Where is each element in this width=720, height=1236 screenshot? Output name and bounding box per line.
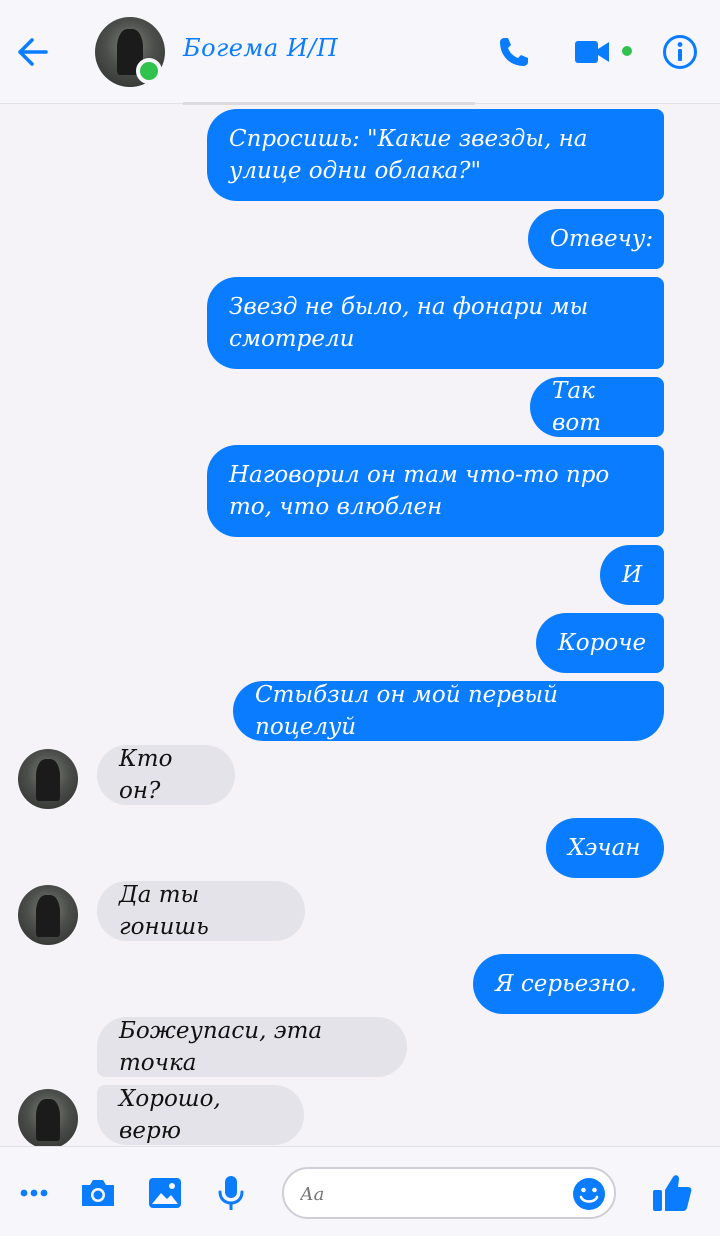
message-bubble-outgoing[interactable]: Так вот — [530, 377, 664, 437]
message-bubble-outgoing[interactable]: Я серьезно. — [473, 954, 664, 1014]
online-status-dot — [136, 58, 162, 84]
message-bubble-outgoing[interactable]: Звезд не было, на фонари мы смотрели — [207, 277, 664, 369]
more-icon[interactable] — [14, 1173, 54, 1213]
contact-avatar-small[interactable] — [18, 885, 78, 945]
message-input-wrapper[interactable] — [282, 1167, 616, 1219]
camera-icon[interactable] — [78, 1173, 118, 1213]
gallery-icon[interactable] — [145, 1173, 185, 1213]
message-bubble-incoming[interactable]: Божеупаси, эта точка — [97, 1017, 407, 1077]
phone-icon[interactable] — [496, 34, 532, 70]
message-bubble-outgoing[interactable]: Короче — [536, 613, 664, 673]
back-arrow-icon[interactable] — [12, 34, 52, 70]
thumbs-up-icon[interactable] — [650, 1171, 694, 1215]
message-composer — [0, 1146, 720, 1236]
message-bubble-incoming[interactable]: Хорошо, верю — [97, 1085, 304, 1145]
contact-name[interactable]: Богема И/П — [183, 34, 338, 62]
message-bubble-incoming[interactable]: Да ты гонишь — [97, 881, 305, 941]
message-input[interactable] — [300, 1179, 560, 1209]
chat-header: Богема И/П — [0, 0, 720, 105]
video-active-dot — [622, 46, 632, 56]
message-bubble-outgoing[interactable]: Стыбзил он мой первый поцелуй — [233, 681, 664, 741]
message-bubble-outgoing[interactable]: Наговорил он там что-то про то, что влюб… — [207, 445, 664, 537]
emoji-icon[interactable] — [572, 1177, 606, 1211]
message-list[interactable]: Спросишь: "Какие звезды, на улице одни о… — [0, 104, 720, 1146]
microphone-icon[interactable] — [211, 1173, 251, 1213]
message-bubble-outgoing[interactable]: И — [600, 545, 664, 605]
info-icon[interactable] — [662, 34, 698, 70]
message-bubble-incoming[interactable]: Кто он? — [97, 745, 235, 805]
message-bubble-outgoing[interactable]: Спросишь: "Какие звезды, на улице одни о… — [207, 109, 664, 201]
video-camera-icon[interactable] — [574, 38, 610, 66]
contact-avatar-small[interactable] — [18, 1089, 78, 1146]
contact-avatar-small[interactable] — [18, 749, 78, 809]
message-bubble-outgoing[interactable]: Отвечу: — [528, 209, 664, 269]
message-bubble-outgoing[interactable]: Хэчан — [546, 818, 664, 878]
